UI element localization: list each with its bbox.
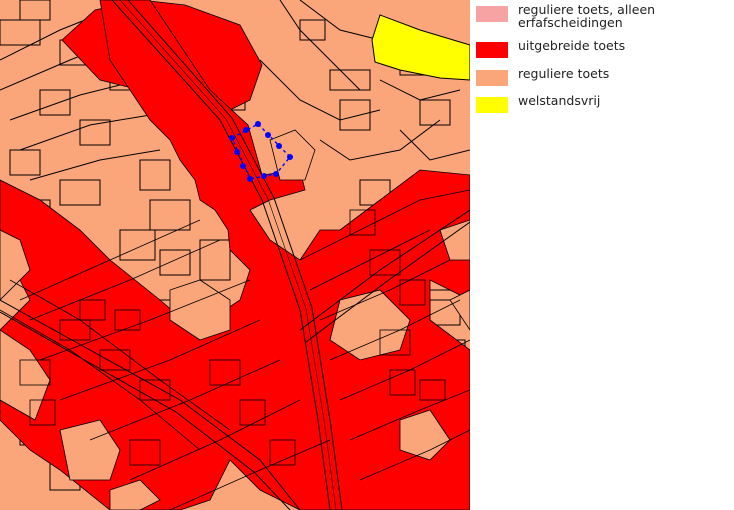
legend-item-uitgebreide-toets: uitgebreide toets: [476, 39, 708, 58]
legend-swatch-welstandsvrij: [476, 97, 508, 113]
map-canvas[interactable]: [0, 0, 470, 510]
map-view[interactable]: [0, 0, 470, 510]
legend-swatch-erfafscheidingen: [476, 6, 508, 22]
legend-label: reguliere toets: [518, 66, 610, 81]
legend-swatch-reguliere-toets: [476, 70, 508, 86]
legend-item-erfafscheidingen: reguliere toets, alleen erfafscheidingen: [476, 3, 708, 29]
legend-item-reguliere-toets: reguliere toets: [476, 67, 708, 86]
legend-label: uitgebreide toets: [518, 38, 626, 53]
legend-label: welstandsvrij: [518, 93, 601, 108]
legend-item-welstandsvrij: welstandsvrij: [476, 94, 708, 113]
legend-swatch-uitgebreide-toets: [476, 42, 508, 58]
legend-label: reguliere toets, alleen erfafscheidingen: [518, 2, 656, 30]
legend-panel: reguliere toets, alleen erfafscheidingen…: [470, 0, 734, 510]
